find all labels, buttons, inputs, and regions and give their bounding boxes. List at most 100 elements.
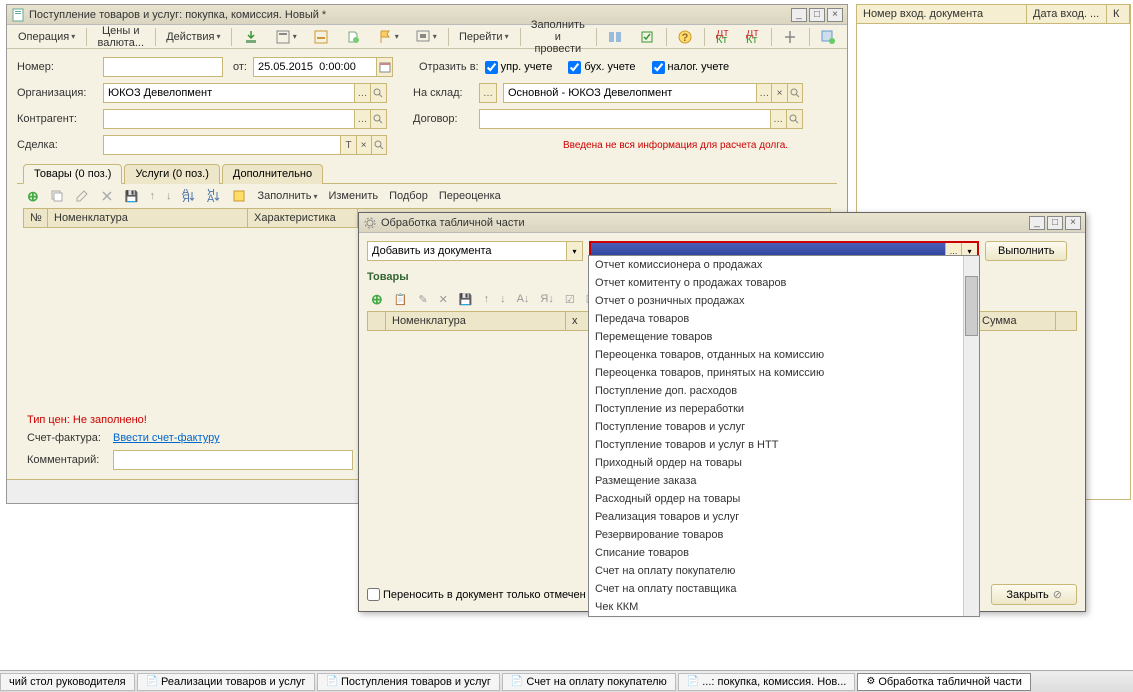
dropdown-item[interactable]: Реализация товаров и услуг	[589, 508, 979, 526]
down-icon[interactable]: ↓	[162, 188, 176, 204]
col-nomenclature[interactable]: Номенклатура	[48, 209, 248, 227]
counterparty-field[interactable]: …	[103, 109, 387, 129]
sort-az-icon[interactable]: АЯ	[178, 187, 200, 205]
scrollbar[interactable]	[963, 256, 979, 616]
dropdown-item[interactable]: Поступление товаров и услуг	[589, 418, 979, 436]
tb-icon-4[interactable]	[338, 26, 368, 48]
tb-dk-icon[interactable]: ДтКт	[709, 27, 737, 47]
help-button[interactable]: ?	[670, 26, 700, 48]
prices-currency-button[interactable]: Цены и валюта...	[91, 22, 151, 52]
col-num[interactable]: №	[24, 209, 48, 227]
calendar-icon[interactable]	[376, 58, 392, 76]
right-col2[interactable]: Дата вход. ...	[1027, 5, 1107, 23]
down-icon[interactable]: ↓	[496, 291, 510, 307]
chk-acc[interactable]: бух. учете	[568, 61, 635, 74]
task-item-3[interactable]: 📄 Поступления товаров и услуг	[317, 673, 500, 691]
select-icon[interactable]: …	[770, 110, 786, 128]
tb-icon-3[interactable]	[306, 26, 336, 48]
tb-icon-7[interactable]	[600, 26, 630, 48]
search-icon[interactable]	[787, 84, 802, 102]
col-characteristic[interactable]: Характеристика	[248, 209, 358, 227]
tb-icon-9[interactable]	[775, 26, 805, 48]
dropdown-item[interactable]: Списание товаров	[589, 544, 979, 562]
delete-icon[interactable]	[96, 187, 118, 205]
dropdown-item[interactable]: Размещение заказа	[589, 472, 979, 490]
tab-goods[interactable]: Товары (0 поз.)	[23, 164, 122, 184]
dropdown-item[interactable]: Поступление из переработки	[589, 400, 979, 418]
chk-mgmt[interactable]: упр. учете	[485, 61, 553, 74]
clear-icon[interactable]: ×	[771, 84, 786, 102]
dropdown-item[interactable]: Расходный ордер на товары	[589, 490, 979, 508]
contract-field[interactable]: …	[479, 109, 803, 129]
dropdown-item[interactable]: Поступление товаров и услуг в НТТ	[589, 436, 979, 454]
org-field[interactable]: …	[103, 83, 387, 103]
popup-close-button[interactable]: ×	[1065, 216, 1081, 230]
warehouse-field[interactable]: … ×	[503, 83, 803, 103]
revalue-button[interactable]: Переоценка	[435, 188, 505, 204]
search-icon[interactable]	[786, 110, 802, 128]
task-item-5[interactable]: 📄 ...: покупка, комиссия. Нов...	[678, 673, 856, 691]
close-button[interactable]: ×	[827, 8, 843, 22]
right-col1[interactable]: Номер вход. документа	[857, 5, 1027, 23]
dropdown-item[interactable]: Приходный ордер на товары	[589, 454, 979, 472]
select-icon[interactable]: …	[756, 84, 771, 102]
tb-icon-5[interactable]: ▾	[370, 26, 406, 48]
tb-icon-2[interactable]: ▾	[268, 26, 304, 48]
task-item-1[interactable]: чий стол руководителя	[0, 673, 135, 691]
sort-az-icon[interactable]: A↓	[513, 291, 534, 307]
copy-icon[interactable]	[46, 187, 68, 205]
task-item-4[interactable]: 📄 Счет на оплату покупателю	[502, 673, 676, 691]
dropdown-item[interactable]: Счет на оплату покупателю	[589, 562, 979, 580]
dropdown-item[interactable]: Отчет о розничных продажах	[589, 292, 979, 310]
scroll-thumb[interactable]	[965, 276, 978, 336]
fill-icon[interactable]	[228, 187, 250, 205]
add-icon[interactable]: ⊕	[23, 186, 43, 207]
dropdown-item[interactable]: Передача товаров	[589, 310, 979, 328]
dropdown-item[interactable]: Переоценка товаров, отданных на комиссию	[589, 346, 979, 364]
transfer-only-checkbox[interactable]: Переносить в документ только отмечен	[367, 588, 586, 601]
dropdown-item[interactable]: Чек ККМ	[589, 598, 979, 616]
maximize-button[interactable]: □	[809, 8, 825, 22]
save-icon[interactable]: 💾	[121, 188, 143, 205]
dropdown-item[interactable]: Счет на оплату поставщика	[589, 580, 979, 598]
wh-select[interactable]: …	[479, 83, 497, 103]
dropdown-item[interactable]: Отчет комитенту о продажах товаров	[589, 274, 979, 292]
select-icon[interactable]: …	[354, 84, 370, 102]
col-check[interactable]	[368, 312, 386, 330]
task-item-6[interactable]: ⚙ Обработка табличной части	[857, 673, 1031, 691]
close-button[interactable]: Закрыть ⊘	[991, 584, 1077, 605]
tb-icon-1[interactable]	[236, 26, 266, 48]
tb-icon-10[interactable]	[813, 26, 843, 48]
tb-dk2-icon[interactable]: ДтКт	[739, 27, 767, 47]
change-button[interactable]: Изменить	[324, 188, 382, 204]
dropdown-item[interactable]: Поступление доп. расходов	[589, 382, 979, 400]
dropdown-item[interactable]: Резервирование товаров	[589, 526, 979, 544]
fill-process-button[interactable]: Заполнить и провести	[524, 16, 592, 58]
copy-icon[interactable]: 📋	[390, 291, 412, 308]
t-icon[interactable]: T	[340, 136, 355, 154]
add-from-doc-combo[interactable]: ▾	[367, 241, 583, 261]
check-icon[interactable]: ☑	[561, 291, 579, 308]
col-nom[interactable]: Номенклатура	[386, 312, 566, 330]
sort-za-icon[interactable]: Я↓	[536, 291, 557, 307]
dropdown-item[interactable]: Отчет комиссионера о продажах	[589, 256, 979, 274]
operation-button[interactable]: Операция ▾	[11, 28, 82, 46]
edit-icon[interactable]	[71, 187, 93, 205]
add-icon[interactable]: ⊕	[367, 289, 387, 310]
tb-icon-8[interactable]	[632, 26, 662, 48]
chevron-down-icon[interactable]: ▾	[566, 242, 582, 260]
fill-button[interactable]: Заполнить ▾	[253, 188, 321, 204]
save-icon[interactable]: 💾	[455, 291, 477, 308]
tab-services[interactable]: Услуги (0 поз.)	[124, 164, 219, 184]
delete-icon[interactable]: ✕	[435, 291, 452, 308]
deal-field[interactable]: T ×	[103, 135, 387, 155]
edit-icon[interactable]: ✎	[414, 291, 431, 308]
select-button[interactable]: Подбор	[385, 188, 432, 204]
dropdown-item[interactable]: Перемещение товаров	[589, 328, 979, 346]
up-icon[interactable]: ↑	[480, 291, 494, 307]
search-icon[interactable]	[370, 110, 386, 128]
up-icon[interactable]: ↑	[145, 188, 159, 204]
invoice-link[interactable]: Ввести счет-фактуру	[113, 432, 220, 444]
tb-icon-6[interactable]: ▾	[408, 26, 444, 48]
search-icon[interactable]	[371, 136, 386, 154]
